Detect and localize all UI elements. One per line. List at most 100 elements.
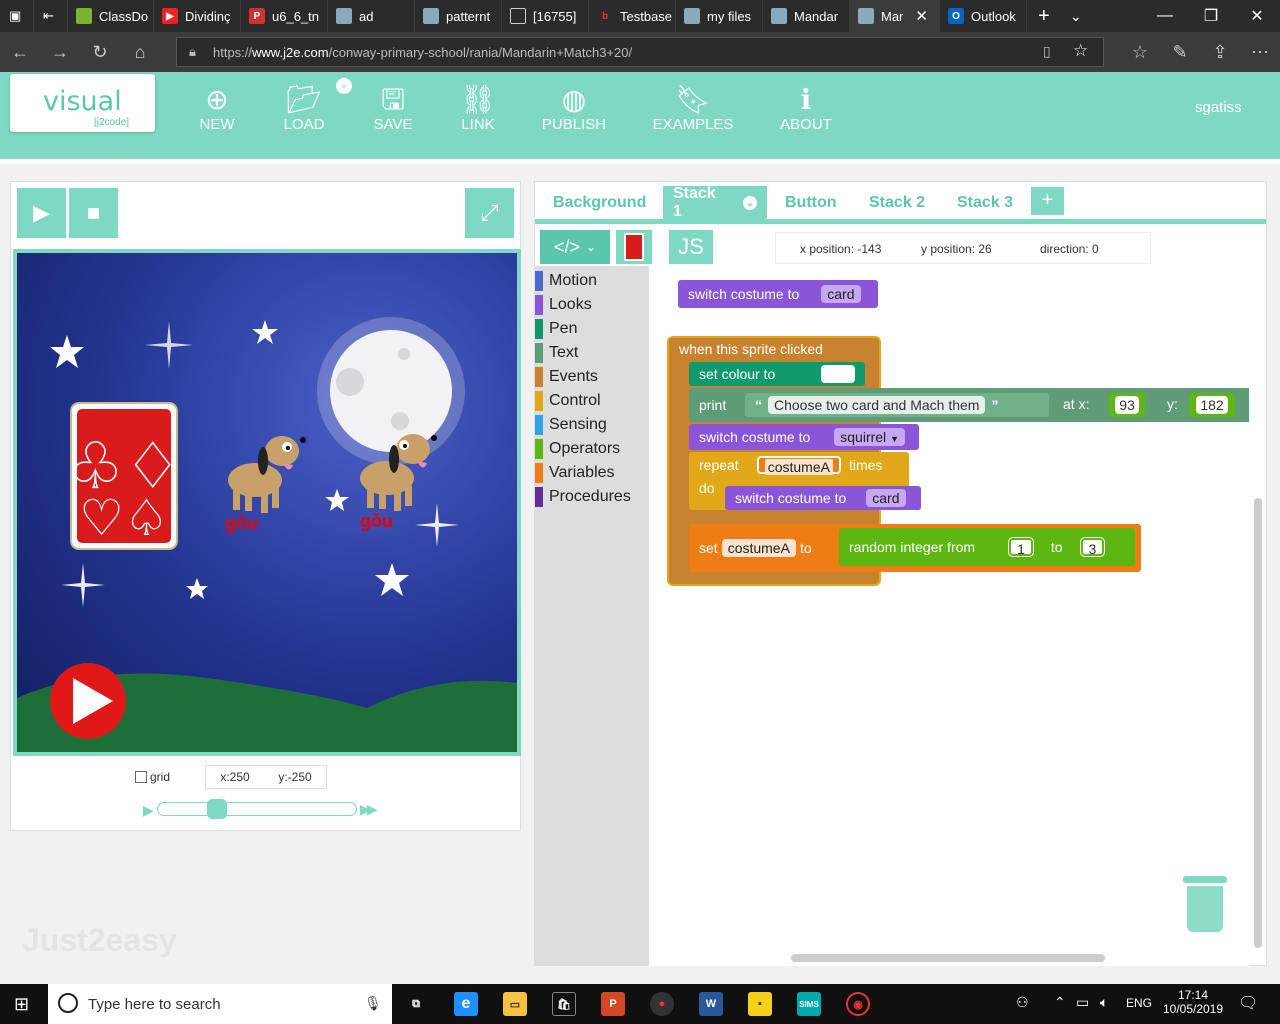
tab-stack-2[interactable]: Stack 2 xyxy=(859,186,935,220)
fullscreen-button[interactable]: ⤢ xyxy=(465,188,514,238)
tab-my-files[interactable]: my files xyxy=(676,0,763,32)
set-colour-block[interactable]: set colour to xyxy=(689,362,865,386)
favorite-star-icon[interactable]: ☆ xyxy=(1073,41,1088,61)
costume-dropdown[interactable]: squirrel ▼ xyxy=(834,428,905,446)
tab-ad[interactable]: ad xyxy=(328,0,415,32)
tabs-aside-icon[interactable]: ⇤ xyxy=(34,0,68,32)
tab-testbase[interactable]: b Testbase xyxy=(589,0,676,32)
switch-costume-squirrel-block[interactable]: switch costume to squirrel ▼ xyxy=(689,424,919,450)
task-view-icon[interactable]: ⧉ xyxy=(404,992,428,1016)
about-button[interactable]: ℹ ABOUT xyxy=(761,84,851,133)
run-button[interactable]: ▶ xyxy=(17,188,66,238)
network-icon[interactable]: ▭ xyxy=(1076,994,1089,1011)
tab-outlook[interactable]: O Outlook xyxy=(940,0,1027,32)
user-name[interactable]: sgatiss xyxy=(1195,99,1242,116)
grid-toggle[interactable]: grid xyxy=(135,770,170,784)
microphone-icon[interactable]: 🎙︎ xyxy=(364,995,382,1012)
screen-recorder-icon[interactable]: ◉ xyxy=(846,992,870,1016)
slow-play-icon[interactable]: ▶ xyxy=(143,802,154,819)
url-field[interactable]: 🔒︎ https://www.j2e.com/conway-primary-sc… xyxy=(176,37,1104,67)
category-text[interactable]: Text xyxy=(535,342,578,364)
people-icon[interactable]: ⚇ xyxy=(1016,994,1029,1011)
chevron-down-icon[interactable]: ⌄ xyxy=(743,196,757,210)
trash-icon[interactable] xyxy=(1183,876,1227,932)
reading-view-icon[interactable]: ▯ xyxy=(1043,43,1051,60)
loose-switch-costume-block[interactable]: switch costume to card xyxy=(678,280,878,308)
js-view-button[interactable]: JS xyxy=(669,230,713,264)
store-icon[interactable]: 🛍︎ xyxy=(552,992,576,1016)
add-tab-button[interactable]: + xyxy=(1031,187,1064,215)
category-sensing[interactable]: Sensing xyxy=(535,414,607,436)
tab-dividing[interactable]: ▶ Dividinç xyxy=(154,0,241,32)
tab-16755[interactable]: [16755] xyxy=(502,0,589,32)
costumeA-variable[interactable]: costumeA xyxy=(756,456,841,475)
tab-actions-icon[interactable]: ▣ xyxy=(0,0,34,32)
tab-stack-1[interactable]: Stack 1 ⌄ xyxy=(663,185,767,220)
tray-chevron-icon[interactable]: ⌃ xyxy=(1054,994,1066,1011)
load-button[interactable]: 📂︎ LOAD xyxy=(259,84,349,133)
category-control[interactable]: Control xyxy=(535,390,601,412)
app-icon[interactable]: ● xyxy=(650,992,674,1016)
publish-button[interactable]: ◍ PUBLISH xyxy=(529,84,619,133)
category-procedures[interactable]: Procedures xyxy=(535,486,631,508)
text-literal-block[interactable]: “ Choose two card and Mach them ” xyxy=(745,393,1049,417)
blocks-view-button[interactable]: </> ⌄ xyxy=(540,230,610,264)
x-number-block[interactable]: 93 xyxy=(1109,393,1145,417)
category-motion[interactable]: Motion xyxy=(535,270,597,292)
j2code-logo[interactable]: visual [j2code] xyxy=(10,74,155,132)
vertical-scrollbar[interactable] xyxy=(1254,498,1262,948)
share-icon[interactable]: ⇪ xyxy=(1200,32,1240,72)
notifications-icon[interactable]: 🗨︎ xyxy=(1238,993,1258,1013)
sprite-thumbnail[interactable] xyxy=(616,230,652,264)
new-tab-icon[interactable]: + xyxy=(1030,0,1060,32)
tab-pattern[interactable]: patternt xyxy=(415,0,502,32)
speed-slider-thumb[interactable] xyxy=(207,799,227,819)
category-operators[interactable]: Operators xyxy=(535,438,620,460)
switch-costume-card-block[interactable]: switch costume to card xyxy=(725,486,921,510)
home-icon[interactable]: ⌂ xyxy=(120,32,160,72)
tab-list-chevron-icon[interactable]: ⌄ xyxy=(1062,0,1092,32)
notes-pen-icon[interactable]: ✎ xyxy=(1160,32,1200,72)
minimize-icon[interactable]: — xyxy=(1142,0,1188,32)
taskbar-search-box[interactable]: Type here to search 🎙︎ xyxy=(48,984,392,1024)
tab-classdo[interactable]: ClassDo xyxy=(68,0,154,32)
script-workspace[interactable]: switch costume to card when this sprite … xyxy=(649,266,1249,966)
powerpoint-icon[interactable]: P xyxy=(601,992,625,1016)
tab-stack-3[interactable]: Stack 3 xyxy=(947,186,1023,220)
sims-icon[interactable]: SIMS xyxy=(797,992,821,1016)
back-icon[interactable]: ← xyxy=(0,32,40,72)
colour-swatch[interactable] xyxy=(821,365,856,383)
category-pen[interactable]: Pen xyxy=(535,318,577,340)
grid-checkbox[interactable] xyxy=(135,771,147,783)
fast-play-icon[interactable]: ▶▶ xyxy=(360,801,377,818)
close-window-icon[interactable]: ✕ xyxy=(1234,0,1280,32)
language-indicator[interactable]: ENG xyxy=(1126,996,1152,1010)
new-button[interactable]: ⊕ NEW xyxy=(172,84,262,133)
more-icon[interactable]: ⋯ xyxy=(1240,32,1280,72)
refresh-icon[interactable]: ↻ xyxy=(80,32,120,72)
clock[interactable]: 17:14 10/05/2019 xyxy=(1162,988,1224,1016)
dog-sprite-1[interactable] xyxy=(228,436,306,513)
tab-background[interactable]: Background xyxy=(543,186,656,220)
tab-mandar[interactable]: Mandar xyxy=(763,0,850,32)
sticky-notes-icon[interactable]: ▪ xyxy=(748,992,772,1016)
stop-button[interactable]: ■ xyxy=(69,188,118,238)
category-looks[interactable]: Looks xyxy=(535,294,592,316)
horizontal-scrollbar[interactable] xyxy=(791,954,1105,962)
tab-u6[interactable]: Pu6_6_tn xyxy=(241,0,328,32)
category-variables[interactable]: Variables xyxy=(535,462,615,484)
play-sprite[interactable] xyxy=(50,663,126,739)
file-explorer-icon[interactable]: ▭ xyxy=(503,992,527,1016)
set-variable-block[interactable]: set costumeA to random integer from 1 to… xyxy=(689,524,1141,572)
random-integer-block[interactable]: random integer from 1 to 3 xyxy=(839,528,1135,566)
card-sprite[interactable]: ♧♢ ♡♤ xyxy=(67,402,182,550)
edge-icon[interactable]: e xyxy=(454,992,478,1016)
restore-icon[interactable]: ❐ xyxy=(1188,0,1234,32)
category-events[interactable]: Events xyxy=(535,366,598,388)
print-block[interactable]: print “ Choose two card and Mach them ” … xyxy=(689,388,1249,422)
save-button[interactable]: 🖫︎ SAVE xyxy=(348,84,438,133)
volume-icon[interactable]: 🔈︎ xyxy=(1100,994,1108,1011)
word-icon[interactable]: W xyxy=(699,992,723,1016)
examples-button[interactable]: 🔖︎ EXAMPLES xyxy=(648,84,738,133)
windows-start-icon[interactable]: ⊞ xyxy=(14,994,29,1015)
